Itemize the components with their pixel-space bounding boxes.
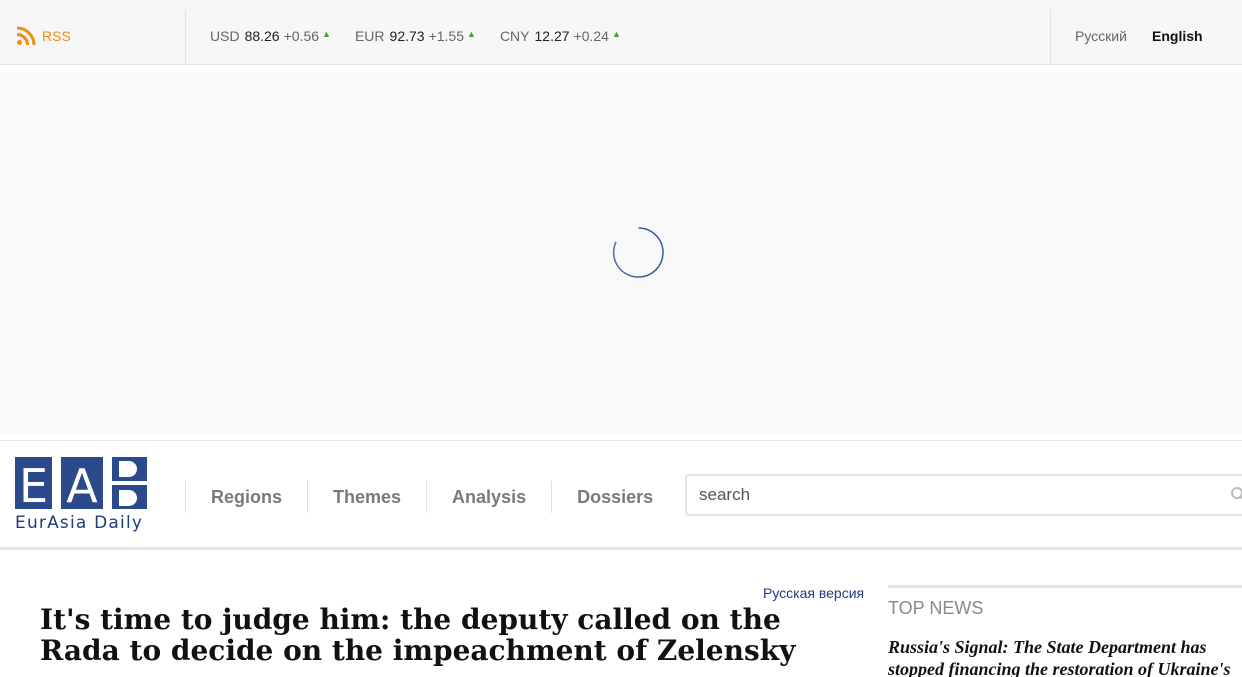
svg-text:A: A bbox=[66, 459, 98, 513]
top-news-item[interactable]: Russia's Signal: The State Department ha… bbox=[888, 636, 1242, 677]
rss-label: RSS bbox=[42, 28, 71, 44]
rate-eur: EUR 92.73 +1.55 ▲ bbox=[355, 28, 476, 44]
triangle-up-icon: ▲ bbox=[467, 29, 476, 39]
rss-icon bbox=[16, 26, 36, 46]
rate-value: 88.26 bbox=[244, 28, 280, 44]
svg-text:E: E bbox=[19, 459, 48, 513]
russian-version-link[interactable]: Русская версия bbox=[763, 585, 864, 601]
divider bbox=[185, 10, 186, 65]
loading-spinner-icon bbox=[612, 227, 664, 278]
top-news-divider bbox=[888, 585, 1242, 588]
triangle-up-icon: ▲ bbox=[322, 29, 331, 39]
language-english-link[interactable]: English bbox=[1152, 28, 1203, 44]
search-icon[interactable] bbox=[1230, 486, 1242, 502]
divider bbox=[1050, 10, 1051, 65]
language-russian-link[interactable]: Русский bbox=[1075, 28, 1127, 44]
logo-subtitle: EurAsia Daily bbox=[15, 513, 144, 533]
top-news-item-line: stopped financing the restoration of Ukr… bbox=[888, 659, 1231, 677]
rate-cny: CNY 12.27 +0.24 ▲ bbox=[500, 28, 621, 44]
rate-value: 92.73 bbox=[389, 28, 425, 44]
nav-analysis[interactable]: Analysis bbox=[426, 481, 551, 513]
rate-change: +1.55 bbox=[428, 28, 465, 44]
currency-rates: USD 88.26 +0.56 ▲ EUR 92.73 +1.55 ▲ CNY … bbox=[210, 28, 645, 44]
nav-dossiers[interactable]: Dossiers bbox=[551, 481, 678, 513]
rate-change: +0.24 bbox=[573, 28, 609, 44]
rate-change: +0.56 bbox=[283, 28, 320, 44]
rate-currency: EUR bbox=[354, 28, 385, 44]
rate-usd: USD 88.26 +0.56 ▲ bbox=[210, 28, 331, 44]
triangle-up-icon: ▲ bbox=[611, 29, 621, 39]
top-bar: RSS USD 88.26 +0.56 ▲ EUR 92.73 +1.55 ▲ … bbox=[0, 0, 1242, 65]
rate-currency: CNY bbox=[499, 28, 530, 44]
article-headline: It's time to judge him: the deputy calle… bbox=[40, 603, 796, 667]
rate-value: 12.27 bbox=[534, 28, 570, 44]
main-nav: Regions Themes Analysis Dossiers bbox=[185, 481, 678, 513]
rss-link[interactable]: RSS bbox=[16, 26, 71, 46]
top-news-heading: TOP NEWS bbox=[888, 598, 984, 618]
rate-currency: USD bbox=[210, 28, 240, 44]
nav-regions[interactable]: Regions bbox=[185, 481, 307, 513]
site-header: E A EurAsia Daily Regions Themes Analysi… bbox=[0, 440, 1242, 550]
nav-themes[interactable]: Themes bbox=[307, 481, 426, 513]
top-news-item-line: Russia's Signal: The State Department ha… bbox=[888, 637, 1207, 657]
search-input[interactable] bbox=[685, 474, 1242, 516]
